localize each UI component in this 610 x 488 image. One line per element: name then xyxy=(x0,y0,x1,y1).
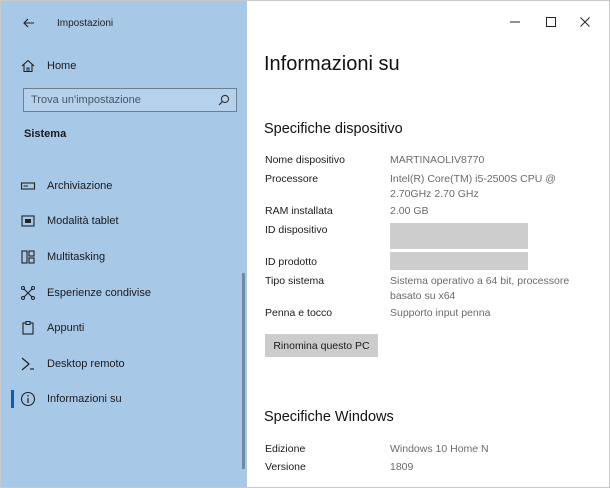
prop-label-ram: RAM installata xyxy=(265,205,333,217)
prop-value-line: 2.70GHz 2.70 GHz xyxy=(390,188,479,200)
shared-experiences-icon xyxy=(21,286,35,300)
sidebar-item-label: Esperienze condivise xyxy=(47,287,151,299)
search-icon[interactable] xyxy=(218,94,230,106)
redacted-product-id xyxy=(390,252,528,270)
search-input[interactable] xyxy=(31,92,211,108)
storage-icon xyxy=(20,182,36,190)
sidebar-scrollbar[interactable] xyxy=(242,273,245,469)
device-specs-heading: Specifiche dispositivo xyxy=(264,121,403,137)
tablet-mode-icon xyxy=(21,215,35,227)
minimize-button[interactable] xyxy=(500,11,530,33)
prop-value-line: basato su x64 xyxy=(390,290,456,302)
prop-label-device-id: ID dispositivo xyxy=(265,224,328,236)
multitasking-icon xyxy=(21,250,35,264)
prop-value-edition: Windows 10 Home N xyxy=(390,443,489,455)
main-content: Informazioni su Specifiche dispositivo N… xyxy=(247,1,609,487)
maximize-button[interactable] xyxy=(536,11,566,33)
sidebar-item-label: Modalità tablet xyxy=(47,215,119,227)
prop-label-product-id: ID prodotto xyxy=(265,256,317,268)
title-bar-left: Impostazioni xyxy=(1,1,247,45)
sidebar-item-desktop-remoto[interactable]: Desktop remoto xyxy=(1,350,247,378)
app-title: Impostazioni xyxy=(57,18,114,29)
sidebar: Impostazioni Home Sistema Archiviazione xyxy=(1,1,247,487)
prop-value-processor: Intel(R) Core(TM) i5-2500S CPU @ 2.70GHz… xyxy=(390,172,590,202)
sidebar-item-home[interactable]: Home xyxy=(1,53,247,79)
prop-label-pen-touch: Penna e tocco xyxy=(265,307,333,319)
prop-value-device-name: MARTINAOLIV8770 xyxy=(390,154,485,166)
prop-value-line: Intel(R) Core(TM) i5-2500S CPU @ xyxy=(390,173,556,185)
prop-value-ram: 2.00 GB xyxy=(390,205,429,217)
sidebar-item-label: Appunti xyxy=(47,322,85,334)
prop-value-line: Sistema operativo a 64 bit, processore xyxy=(390,275,570,287)
prop-label-device-name: Nome dispositivo xyxy=(265,154,345,166)
close-button[interactable] xyxy=(570,11,600,33)
sidebar-item-label: Desktop remoto xyxy=(47,358,125,370)
prop-value-version: 1809 xyxy=(390,461,414,473)
sidebar-item-archiviazione[interactable]: Archiviazione xyxy=(1,172,247,200)
clipboard-icon xyxy=(22,321,34,335)
minimize-icon xyxy=(510,21,520,23)
prop-label-processor: Processore xyxy=(265,173,319,185)
sidebar-item-appunti[interactable]: Appunti xyxy=(1,314,247,342)
prop-value-pen-touch: Supporto input penna xyxy=(390,307,491,319)
remote-desktop-icon xyxy=(21,357,34,371)
settings-window: Impostazioni Home Sistema Archiviazione xyxy=(0,0,610,488)
sidebar-item-multitasking[interactable]: Multitasking xyxy=(1,243,247,271)
sidebar-item-informazioni-su[interactable]: Informazioni su xyxy=(1,385,247,413)
maximize-icon xyxy=(546,17,556,27)
search-box[interactable] xyxy=(23,88,237,112)
sidebar-item-label: Home xyxy=(47,60,77,72)
prop-value-system-type: Sistema operativo a 64 bit, processore b… xyxy=(390,274,590,304)
back-arrow-icon xyxy=(23,18,34,28)
sidebar-item-modalita-tablet[interactable]: Modalità tablet xyxy=(1,207,247,235)
prop-label-version: Versione xyxy=(265,461,306,473)
sidebar-item-label: Archiviazione xyxy=(47,180,113,192)
home-icon xyxy=(21,59,35,73)
sidebar-item-esperienze-condivise[interactable]: Esperienze condivise xyxy=(1,279,247,307)
sidebar-item-label: Informazioni su xyxy=(47,393,122,405)
redacted-device-id xyxy=(390,223,528,249)
close-icon xyxy=(580,17,590,27)
section-heading-sistema: Sistema xyxy=(24,128,67,140)
prop-label-edition: Edizione xyxy=(265,443,306,455)
info-icon xyxy=(20,391,36,407)
windows-specs-heading: Specifiche Windows xyxy=(264,409,394,425)
back-button[interactable] xyxy=(17,13,41,33)
page-title: Informazioni su xyxy=(264,53,400,75)
prop-label-system-type: Tipo sistema xyxy=(265,275,325,287)
rename-pc-button[interactable]: Rinomina questo PC xyxy=(265,334,378,357)
sidebar-item-label: Multitasking xyxy=(47,251,106,263)
